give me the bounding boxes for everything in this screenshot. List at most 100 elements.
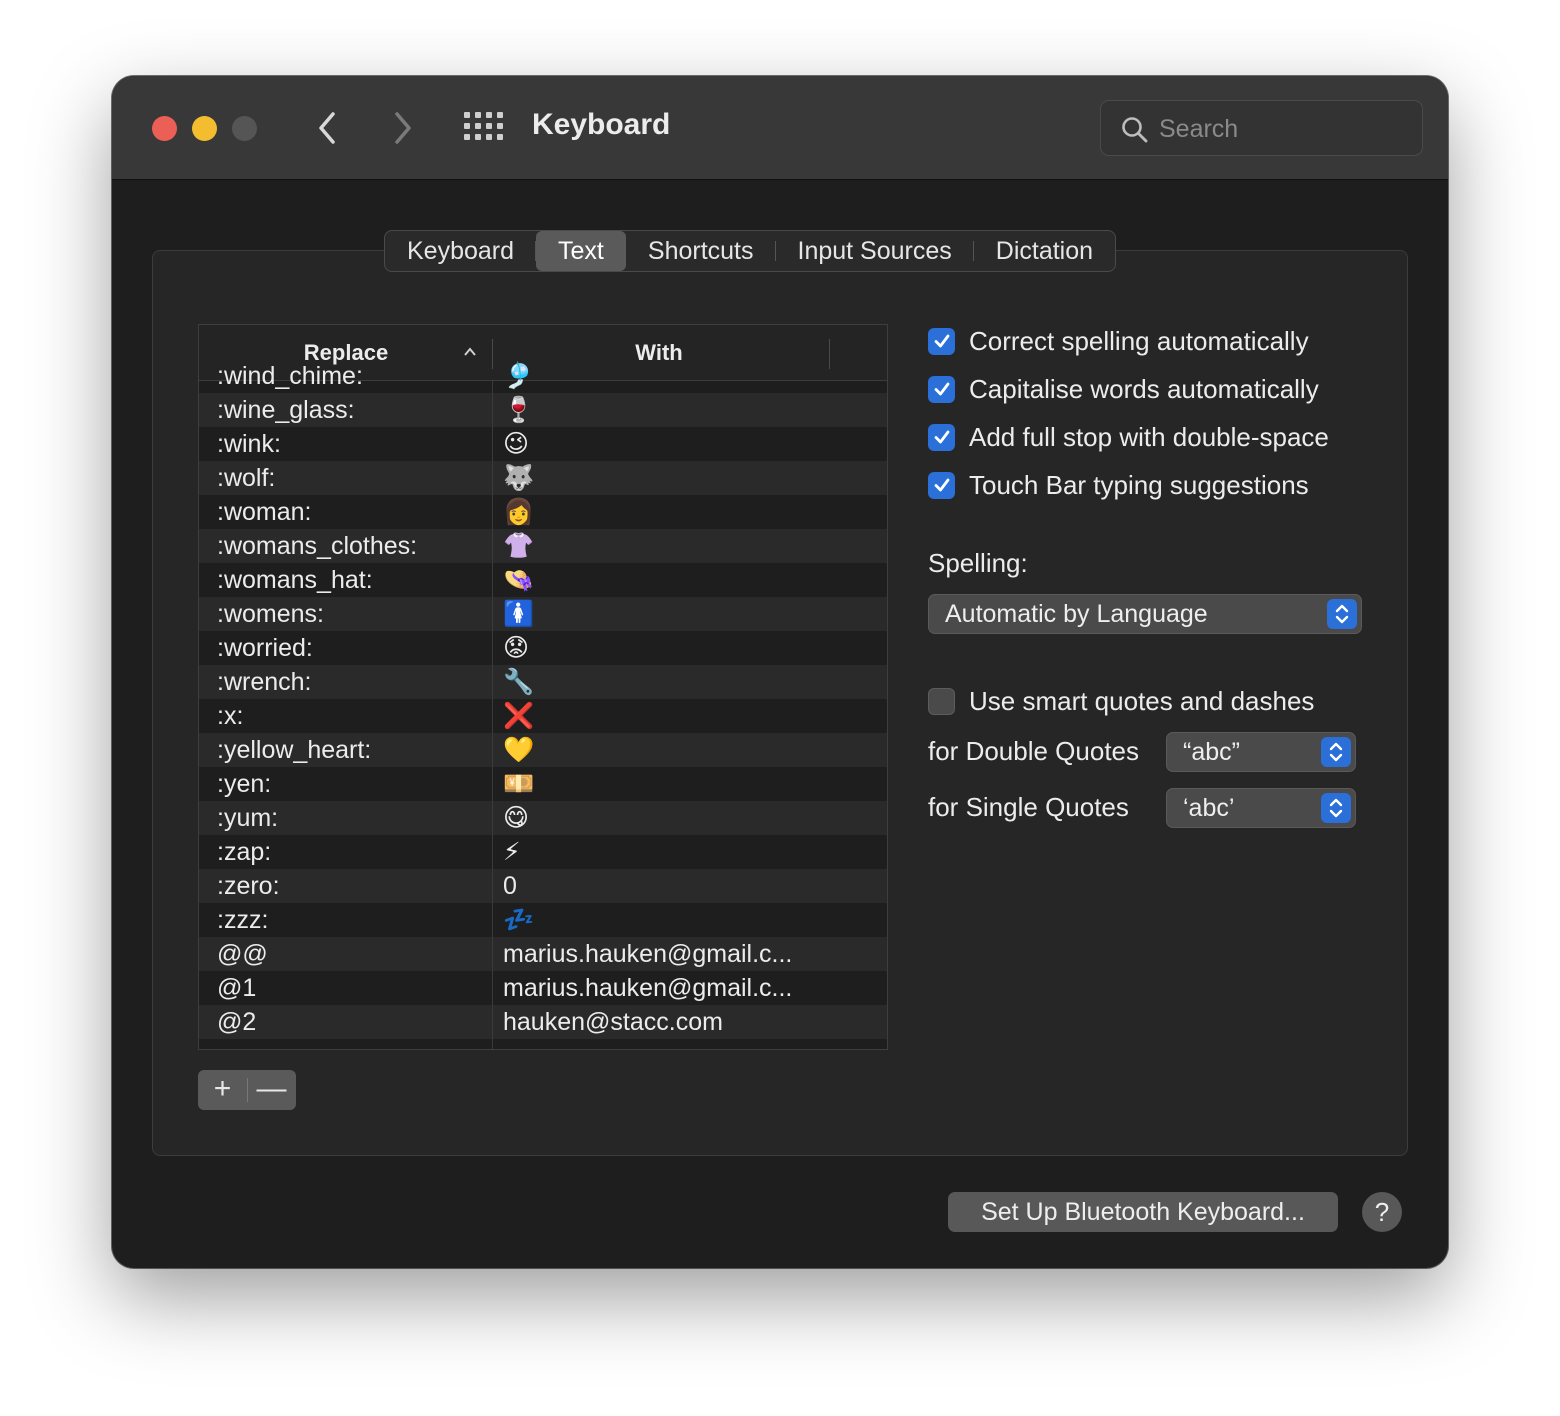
with-cell[interactable]: 💛 xyxy=(503,733,534,767)
window-title: Keyboard xyxy=(532,108,671,141)
replace-cell[interactable]: :womens: xyxy=(217,597,324,631)
replace-cell[interactable]: :x: xyxy=(217,699,243,733)
replace-cell[interactable]: :yum: xyxy=(217,801,278,835)
tab-bar: Keyboard Text Shortcuts Input Sources Di… xyxy=(384,230,1117,272)
tab-shortcuts[interactable]: Shortcuts xyxy=(626,231,776,271)
add-button[interactable]: + xyxy=(198,1070,247,1110)
tab-input-sources[interactable]: Input Sources xyxy=(776,231,974,271)
replace-cell[interactable]: :wrench: xyxy=(217,665,311,699)
text-replacement-table[interactable]: Replace With :wind_chime: 🎐:wine_glass: 🍷:… xyxy=(198,324,888,1050)
option-capitalise-words[interactable]: Capitalise words automatically xyxy=(928,372,1319,406)
with-cell[interactable]: 💴 xyxy=(503,767,534,801)
remove-button[interactable]: — xyxy=(247,1070,296,1110)
table-row[interactable]: :wind_chime: 🎐 xyxy=(199,359,887,393)
double-quotes-select[interactable]: “abc” xyxy=(1166,732,1356,772)
setup-bluetooth-keyboard-button[interactable]: Set Up Bluetooth Keyboard... xyxy=(948,1192,1338,1232)
replace-cell[interactable]: @2 xyxy=(217,1005,256,1039)
option-label: Add full stop with double-space xyxy=(969,421,1329,452)
show-all-grid-icon[interactable] xyxy=(464,112,504,144)
option-touch-bar-suggestions[interactable]: Touch Bar typing suggestions xyxy=(928,468,1309,502)
checkbox-checked-icon[interactable] xyxy=(928,375,955,403)
with-cell[interactable]: marius.hauken@gmail.c... xyxy=(503,937,792,971)
checkbox-checked-icon[interactable] xyxy=(928,423,955,451)
replace-cell[interactable]: :zzz: xyxy=(217,903,268,937)
replace-cell[interactable]: :yen: xyxy=(217,767,271,801)
back-chevron-icon[interactable] xyxy=(308,106,348,150)
option-correct-spelling[interactable]: Correct spelling automatically xyxy=(928,324,1309,358)
table-row[interactable]: :woman: 👩 xyxy=(199,495,887,529)
with-cell[interactable]: 👩 xyxy=(503,495,534,529)
tab-text[interactable]: Text xyxy=(536,231,626,271)
table-row[interactable]: @1 marius.hauken@gmail.c... xyxy=(199,971,887,1005)
replace-cell[interactable]: :zero: xyxy=(217,869,280,903)
replace-cell[interactable]: :womans_hat: xyxy=(217,563,373,597)
with-cell[interactable]: 😋 xyxy=(503,801,529,835)
table-row[interactable]: :wine_glass: 🍷 xyxy=(199,393,887,427)
replace-cell[interactable]: :zap: xyxy=(217,835,271,869)
minimize-button[interactable] xyxy=(192,116,217,141)
with-cell[interactable]: 🎐 xyxy=(503,359,534,393)
replace-cell[interactable]: @@ xyxy=(217,937,268,971)
with-cell[interactable]: ⚡ xyxy=(503,835,521,869)
table-row[interactable]: @2 hauken@stacc.com xyxy=(199,1005,887,1039)
table-row[interactable]: :yen: 💴 xyxy=(199,767,887,801)
replace-cell[interactable]: @1 xyxy=(217,971,256,1005)
search-field[interactable] xyxy=(1100,100,1423,156)
with-cell[interactable]: marius.hauken@gmail.c... xyxy=(503,971,792,1005)
with-cell[interactable]: 👒 xyxy=(503,563,534,597)
system-preferences-window: Keyboard Keyboard Text Shortcuts Input S… xyxy=(112,76,1448,1268)
table-row[interactable]: :zap: ⚡ xyxy=(199,835,887,869)
with-cell[interactable]: 🍷 xyxy=(503,393,534,427)
table-row[interactable]: :wink: 😉 xyxy=(199,427,887,461)
with-cell[interactable]: 🚺 xyxy=(503,597,534,631)
table-row[interactable]: :zzz: 💤 xyxy=(199,903,887,937)
with-cell[interactable]: 🔧 xyxy=(503,665,534,699)
replace-cell[interactable]: :worried: xyxy=(217,631,313,665)
checkbox-unchecked-icon[interactable] xyxy=(928,687,955,715)
replace-cell[interactable]: :womans_clothes: xyxy=(217,529,417,563)
table-row[interactable]: :yellow_heart: 💛 xyxy=(199,733,887,767)
checkbox-checked-icon[interactable] xyxy=(928,471,955,499)
replace-cell[interactable]: :wolf: xyxy=(217,461,275,495)
table-row[interactable]: :womans_clothes: 👚 xyxy=(199,529,887,563)
option-label: Correct spelling automatically xyxy=(969,325,1309,356)
table-row[interactable]: :yum: 😋 xyxy=(199,801,887,835)
close-button[interactable] xyxy=(152,116,177,141)
table-row[interactable]: :wolf: 🐺 xyxy=(199,461,887,495)
with-cell[interactable]: hauken@stacc.com xyxy=(503,1005,723,1039)
table-row[interactable]: @@ marius.hauken@gmail.c... xyxy=(199,937,887,971)
tab-dictation[interactable]: Dictation xyxy=(974,231,1115,271)
table-row[interactable]: :womens: 🚺 xyxy=(199,597,887,631)
table-row[interactable]: :zero: 0 xyxy=(199,869,887,903)
with-cell[interactable]: 🐺 xyxy=(503,461,534,495)
replace-cell[interactable]: :yellow_heart: xyxy=(217,733,371,767)
help-button[interactable]: ? xyxy=(1362,1192,1402,1232)
with-cell[interactable]: 😉 xyxy=(503,427,529,461)
replace-cell[interactable]: :woman: xyxy=(217,495,311,529)
replace-cell[interactable]: :wind_chime: xyxy=(217,359,363,393)
table-row[interactable]: :x: ❌ xyxy=(199,699,887,733)
with-cell[interactable]: 0 xyxy=(503,869,517,903)
option-label: Use smart quotes and dashes xyxy=(969,685,1315,716)
spelling-select[interactable]: Automatic by Language xyxy=(928,594,1362,634)
table-row[interactable]: :worried: 😟 xyxy=(199,631,887,665)
spelling-label: Spelling: xyxy=(928,548,1028,578)
with-cell[interactable]: 😟 xyxy=(503,631,529,665)
with-cell[interactable]: 👚 xyxy=(503,529,534,563)
search-input[interactable] xyxy=(1159,109,1409,149)
up-down-chevron-icon xyxy=(1321,793,1351,823)
option-label: Touch Bar typing suggestions xyxy=(969,469,1309,500)
with-cell[interactable]: 💤 xyxy=(503,903,534,937)
zoom-button xyxy=(232,116,257,141)
tab-keyboard[interactable]: Keyboard xyxy=(385,231,537,271)
option-smart-quotes[interactable]: Use smart quotes and dashes xyxy=(928,684,1314,718)
with-cell[interactable]: ❌ xyxy=(503,699,534,733)
table-row[interactable]: :wrench: 🔧 xyxy=(199,665,887,699)
single-quotes-select[interactable]: ‘abc’ xyxy=(1166,788,1356,828)
option-label: Capitalise words automatically xyxy=(969,373,1319,404)
option-full-stop-double-space[interactable]: Add full stop with double-space xyxy=(928,420,1329,454)
table-row[interactable]: :womans_hat: 👒 xyxy=(199,563,887,597)
replace-cell[interactable]: :wine_glass: xyxy=(217,393,355,427)
replace-cell[interactable]: :wink: xyxy=(217,427,281,461)
checkbox-checked-icon[interactable] xyxy=(928,327,955,355)
